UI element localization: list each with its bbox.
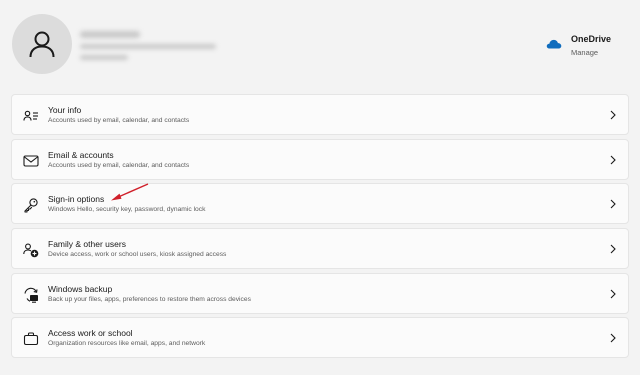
item-title: Windows backup bbox=[48, 284, 113, 294]
item-title: Sign-in options bbox=[48, 194, 105, 204]
item-title: Your info bbox=[48, 105, 82, 115]
briefcase-icon bbox=[23, 332, 39, 346]
your-info-item[interactable]: Your info Accounts used by email, calend… bbox=[11, 94, 629, 135]
windows-backup-item[interactable]: Windows backup Back up your files, apps,… bbox=[11, 273, 629, 314]
person-icon bbox=[29, 31, 55, 58]
blurred-account-type bbox=[80, 55, 128, 60]
email-accounts-item[interactable]: Email & accounts Accounts used by email,… bbox=[11, 139, 629, 180]
item-description: Back up your files, apps, preferences to… bbox=[48, 296, 251, 303]
chevron-right-icon bbox=[610, 110, 616, 120]
avatar[interactable] bbox=[12, 14, 72, 74]
item-title: Email & accounts bbox=[48, 150, 114, 160]
family-other-users-item[interactable]: Family & other users Device access, work… bbox=[11, 228, 629, 269]
blurred-account-name bbox=[80, 31, 140, 38]
key-icon bbox=[24, 198, 38, 213]
person-card-icon bbox=[23, 110, 38, 121]
blurred-account-email bbox=[80, 44, 216, 49]
sign-in-options-item[interactable]: Sign-in options Windows Hello, security … bbox=[11, 183, 629, 224]
item-description: Windows Hello, security key, password, d… bbox=[48, 206, 206, 213]
item-description: Accounts used by email, calendar, and co… bbox=[48, 162, 190, 169]
onedrive-title: OneDrive bbox=[571, 34, 612, 44]
access-work-school-item[interactable]: Access work or school Organization resou… bbox=[11, 317, 629, 358]
cloud-icon bbox=[546, 39, 562, 49]
item-description: Device access, work or school users, kio… bbox=[48, 251, 227, 258]
chevron-right-icon bbox=[610, 155, 616, 165]
onedrive-manage-link[interactable]: Manage bbox=[571, 48, 598, 57]
item-description: Organization resources like email, apps,… bbox=[48, 340, 206, 347]
account-header: OneDrive Manage bbox=[0, 0, 640, 92]
people-add-icon bbox=[23, 243, 39, 258]
chevron-right-icon bbox=[610, 244, 616, 254]
chevron-right-icon bbox=[610, 333, 616, 343]
mail-icon bbox=[23, 155, 39, 167]
chevron-right-icon bbox=[610, 199, 616, 209]
item-title: Family & other users bbox=[48, 239, 126, 249]
onedrive-manage[interactable]: OneDrive Manage bbox=[546, 34, 626, 60]
item-title: Access work or school bbox=[48, 328, 133, 338]
item-description: Accounts used by email, calendar, and co… bbox=[48, 117, 190, 124]
backup-icon bbox=[24, 287, 38, 303]
chevron-right-icon bbox=[610, 289, 616, 299]
